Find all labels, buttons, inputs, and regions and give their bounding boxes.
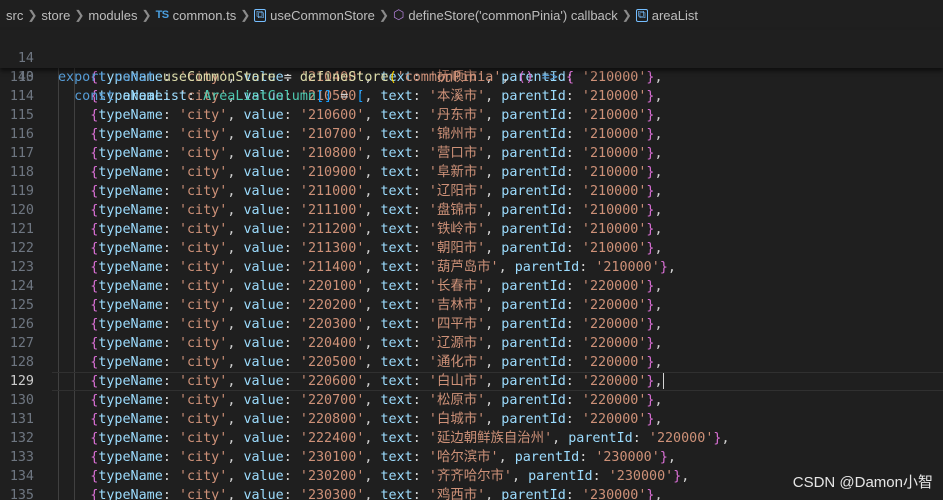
code-line-text: {typeName: 'city', value: '220600', text… xyxy=(90,373,664,389)
breadcrumb-src[interactable]: src xyxy=(6,8,23,23)
code-line-text: {typeName: 'city', value: '210600', text… xyxy=(90,108,663,123)
code-line-text: {typeName: 'city', value: '210800', text… xyxy=(90,146,663,161)
line-number: 124 xyxy=(9,279,34,294)
sticky-line-text: export const useCommonStore = defineStor… xyxy=(58,70,574,85)
code-line[interactable]: 115 {typeName: 'city', value: '210600', … xyxy=(0,106,943,125)
code-line-text: {typeName: 'city', value: '230200', text… xyxy=(90,469,690,484)
code-line[interactable]: 120 {typeName: 'city', value: '211100', … xyxy=(0,201,943,220)
line-number: 133 xyxy=(9,450,34,465)
breadcrumb-file[interactable]: common.ts xyxy=(173,8,237,23)
variable-symbol-icon: ⧉ xyxy=(635,8,648,22)
variable-symbol-icon: ⧉ xyxy=(254,8,267,22)
line-number: 116 xyxy=(9,127,34,142)
line-number: 125 xyxy=(9,298,34,313)
chevron-right-icon: ❯ xyxy=(27,8,38,22)
code-line[interactable]: 116 {typeName: 'city', value: '210700', … xyxy=(0,125,943,144)
code-line[interactable]: 129 {typeName: 'city', value: '220600', … xyxy=(0,372,943,391)
code-line[interactable]: 132 {typeName: 'city', value: '222400', … xyxy=(0,429,943,448)
line-number: 118 xyxy=(9,165,34,180)
breadcrumb: src ❯ store ❯ modules ❯ TS common.ts ❯ ⧉… xyxy=(0,0,943,30)
code-line-text: {typeName: 'city', value: '220300', text… xyxy=(90,317,663,332)
sticky-line[interactable]: 40 const areaList: AreaListColumn[] = [ xyxy=(0,49,943,104)
code-line[interactable]: 131 {typeName: 'city', value: '220800', … xyxy=(0,410,943,429)
line-number: 132 xyxy=(9,431,34,446)
code-line[interactable]: 130 {typeName: 'city', value: '220700', … xyxy=(0,391,943,410)
code-line-text: {typeName: 'city', value: '230300', text… xyxy=(90,488,663,500)
code-line[interactable]: 118 {typeName: 'city', value: '210900', … xyxy=(0,163,943,182)
code-line[interactable]: 119 {typeName: 'city', value: '211000', … xyxy=(0,182,943,201)
line-number: 123 xyxy=(9,260,34,275)
breadcrumb-store[interactable]: store xyxy=(41,8,70,23)
line-number: 129 xyxy=(9,374,34,389)
sticky-line-text: const areaList: AreaListColumn[] = [ xyxy=(74,89,365,104)
text-cursor xyxy=(662,373,664,389)
code-line-text: {typeName: 'city', value: '220200', text… xyxy=(90,298,663,313)
line-number: 120 xyxy=(9,203,34,218)
breadcrumb-modules[interactable]: modules xyxy=(88,8,137,23)
line-number: 135 xyxy=(9,488,34,500)
code-line-text: {typeName: 'city', value: '222400', text… xyxy=(90,431,730,446)
code-line-text: {typeName: 'city', value: '220400', text… xyxy=(90,336,663,351)
code-line[interactable]: 117 {typeName: 'city', value: '210800', … xyxy=(0,144,943,163)
code-line[interactable]: 126 {typeName: 'city', value: '220300', … xyxy=(0,315,943,334)
code-line[interactable]: 133 {typeName: 'city', value: '230100', … xyxy=(0,448,943,467)
code-line[interactable]: 124 {typeName: 'city', value: '220100', … xyxy=(0,277,943,296)
code-editor[interactable]: 113 {typeName: 'city', value: '210400', … xyxy=(0,68,943,500)
code-line[interactable]: 122 {typeName: 'city', value: '211300', … xyxy=(0,239,943,258)
line-number: 126 xyxy=(9,317,34,332)
code-line-text: {typeName: 'city', value: '220700', text… xyxy=(90,393,663,408)
method-symbol-icon: ⬡ xyxy=(392,7,405,22)
line-number: 131 xyxy=(9,412,34,427)
sticky-scroll[interactable]: 14 export const useCommonStore = defineS… xyxy=(0,30,943,104)
code-line-text: {typeName: 'city', value: '210900', text… xyxy=(90,165,663,180)
code-line-text: {typeName: 'city', value: '211200', text… xyxy=(90,222,663,237)
line-number: 130 xyxy=(9,393,34,408)
line-number: 121 xyxy=(9,222,34,237)
line-number: 122 xyxy=(9,241,34,256)
line-number: 127 xyxy=(9,336,34,351)
typescript-file-icon: TS xyxy=(155,9,170,21)
code-line-text: {typeName: 'city', value: '220100', text… xyxy=(90,279,663,294)
code-line-text: {typeName: 'city', value: '211000', text… xyxy=(90,184,663,199)
code-line-text: {typeName: 'city', value: '210700', text… xyxy=(90,127,663,142)
code-line[interactable]: 127 {typeName: 'city', value: '220400', … xyxy=(0,334,943,353)
line-number: 134 xyxy=(9,469,34,484)
breadcrumb-symbol-callback[interactable]: defineStore('commonPinia') callback xyxy=(408,8,617,23)
code-line-text: {typeName: 'city', value: '211100', text… xyxy=(90,203,663,218)
code-line[interactable]: 125 {typeName: 'city', value: '220200', … xyxy=(0,296,943,315)
sticky-line[interactable]: 14 export const useCommonStore = defineS… xyxy=(0,30,943,85)
watermark: CSDN @Damon小智 xyxy=(792,474,933,491)
line-number: 128 xyxy=(9,355,34,370)
line-number: 119 xyxy=(9,184,34,199)
breadcrumb-symbol-arealist[interactable]: areaList xyxy=(652,8,698,23)
code-line-text: {typeName: 'city', value: '220500', text… xyxy=(90,355,663,370)
code-line-text: {typeName: 'city', value: '211300', text… xyxy=(90,241,663,256)
code-line-text: {typeName: 'city', value: '220800', text… xyxy=(90,412,663,427)
code-line[interactable]: 128 {typeName: 'city', value: '220500', … xyxy=(0,353,943,372)
code-line[interactable]: 123 {typeName: 'city', value: '211400', … xyxy=(0,258,943,277)
line-number: 40 xyxy=(17,70,34,85)
breadcrumb-symbol-store[interactable]: useCommonStore xyxy=(270,8,375,23)
code-line-text: {typeName: 'city', value: '211400', text… xyxy=(90,260,676,275)
code-line-text: {typeName: 'city', value: '230100', text… xyxy=(90,450,676,465)
chevron-right-icon: ❯ xyxy=(378,8,389,22)
chevron-right-icon: ❯ xyxy=(621,8,632,22)
chevron-right-icon: ❯ xyxy=(74,8,85,22)
chevron-right-icon: ❯ xyxy=(141,8,152,22)
chevron-right-icon: ❯ xyxy=(240,8,251,22)
code-line[interactable]: 121 {typeName: 'city', value: '211200', … xyxy=(0,220,943,239)
line-number: 117 xyxy=(9,146,34,161)
